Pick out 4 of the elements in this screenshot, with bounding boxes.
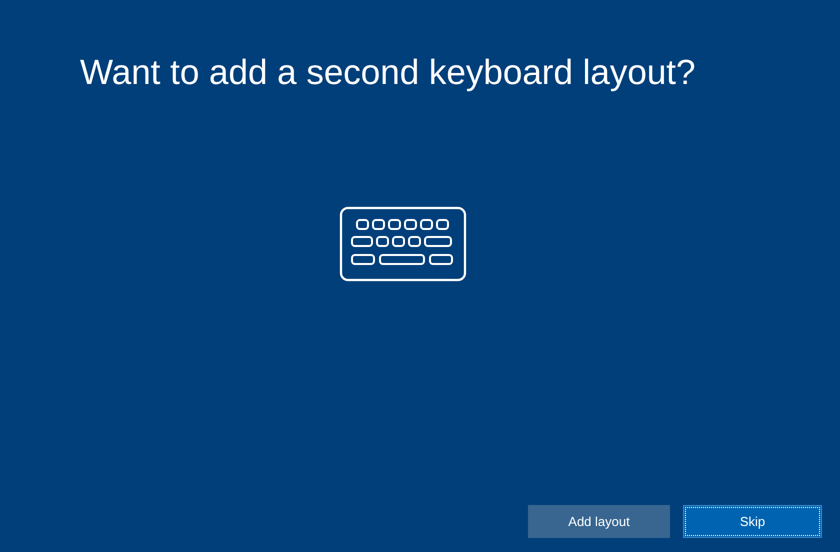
skip-button[interactable]: Skip	[683, 505, 822, 538]
page-title: Want to add a second keyboard layout?	[79, 52, 696, 94]
add-layout-button[interactable]: Add layout	[528, 505, 670, 538]
keyboard-icon	[339, 206, 467, 282]
